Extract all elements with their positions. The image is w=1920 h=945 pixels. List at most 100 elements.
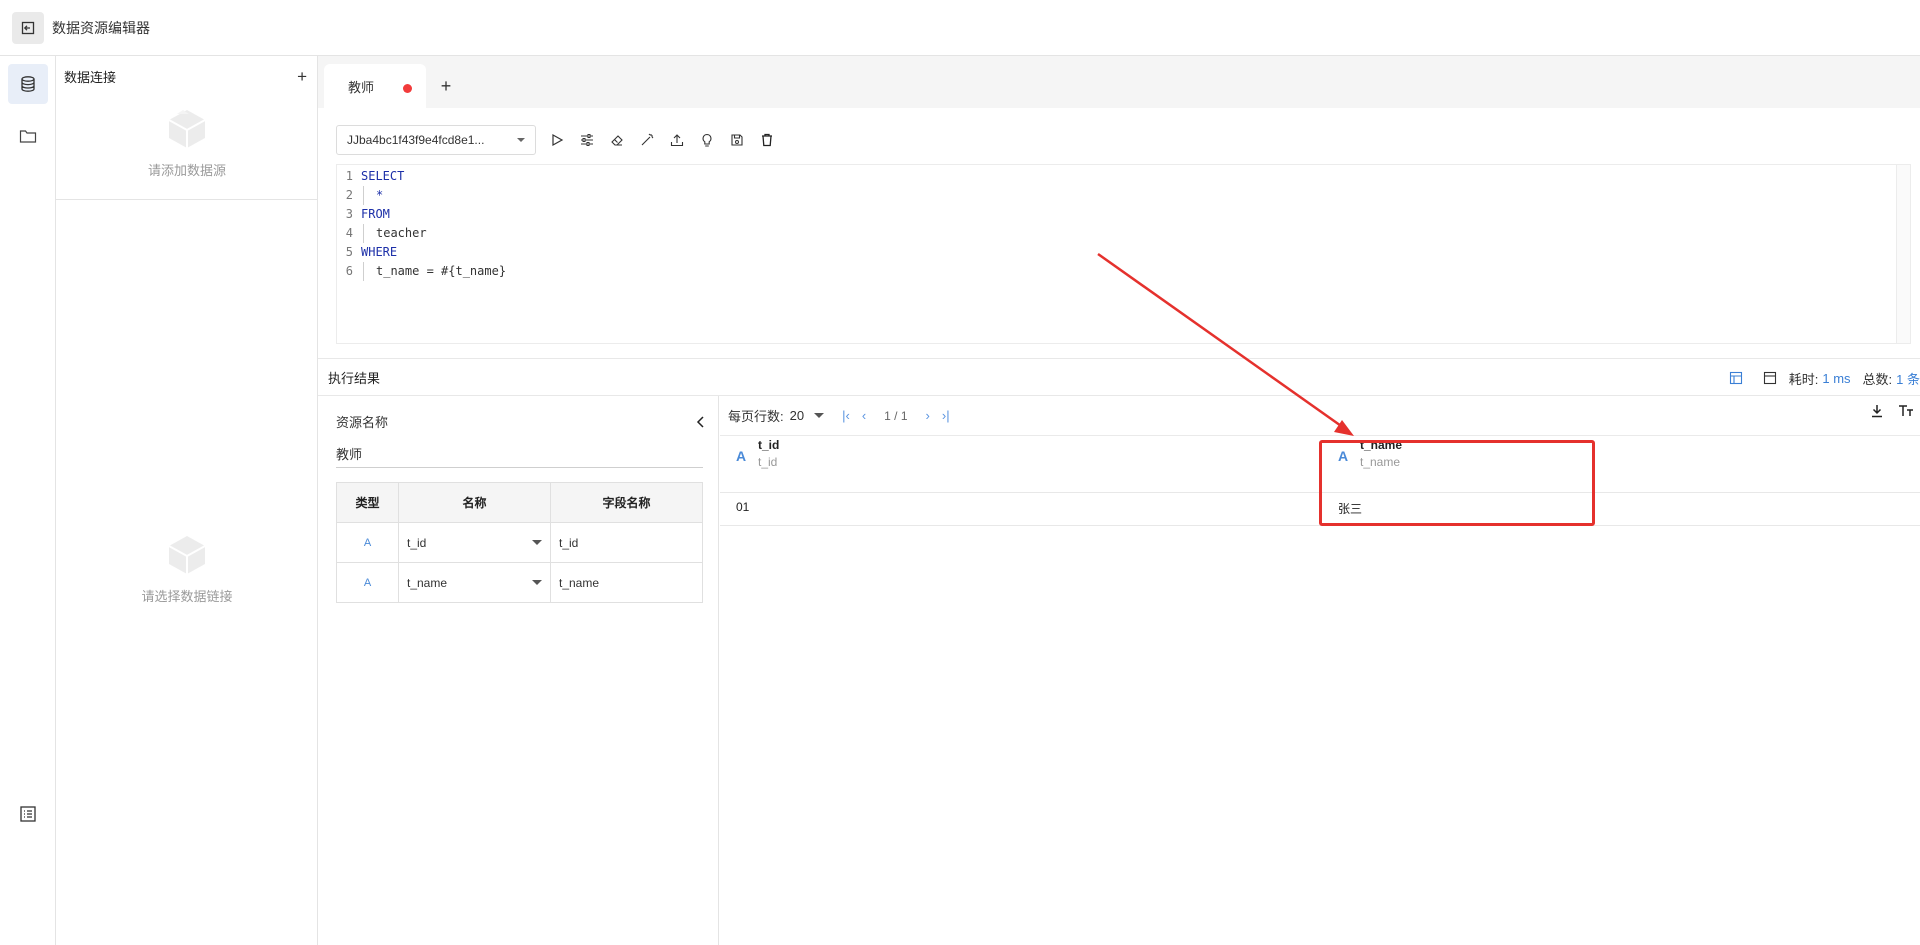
total-value: 1 条 [1896, 371, 1920, 387]
chevron-down-icon [517, 138, 525, 142]
first-page-button[interactable]: |‹ [842, 408, 850, 423]
chevron-down-icon [532, 540, 542, 545]
col-type: 类型 [336, 482, 399, 523]
page-info: 1 / 1 [884, 408, 908, 423]
sliders-icon [581, 134, 593, 146]
next-page-button[interactable]: › [926, 408, 930, 423]
layout-icon [1729, 371, 1742, 385]
field-cell[interactable]: t_name [550, 562, 703, 603]
layout-split-button[interactable] [1721, 363, 1751, 393]
field-cell[interactable]: t_id [550, 522, 703, 563]
hint-button[interactable] [692, 125, 722, 155]
magic-wand-icon [641, 133, 654, 146]
nav-database[interactable] [8, 64, 48, 104]
last-page-button[interactable]: ›| [942, 408, 950, 423]
chevron-left-icon[interactable] [696, 415, 706, 428]
download-icon[interactable] [1870, 404, 1884, 418]
editor-scrollbar[interactable] [1896, 165, 1910, 343]
datasource-value: JJba4bc1f43f9e4fcd8e1... [347, 133, 485, 147]
resource-header: 资源名称 [336, 412, 706, 431]
tab-bar: 教师 + [318, 56, 1920, 108]
line-number: 4 [345, 226, 353, 240]
code-text: t_name = #{t_name} [363, 262, 506, 281]
line-number: 3 [345, 207, 353, 221]
save-icon [731, 134, 743, 146]
sql-editor[interactable]: 1 SELECT 2 * 3 FROM 4 teacher 5 WHERE 6 t_name… [336, 164, 1911, 344]
add-tab-button[interactable]: + [426, 64, 466, 108]
upload-button[interactable] [662, 125, 692, 155]
text-type-icon: A [736, 448, 747, 464]
main-area: 教师 + JJba4bc1f43f9e4fcd8e1... 1 SELECT 2 *… [318, 56, 1920, 945]
code-text: FROM [361, 207, 390, 221]
text-size-icon[interactable] [1898, 404, 1914, 418]
table-row: A t_name t_name [336, 562, 703, 603]
run-button[interactable] [542, 125, 572, 155]
layout-full-button[interactable] [1755, 363, 1785, 393]
lightbulb-icon [702, 133, 712, 147]
type-cell: A [336, 562, 399, 603]
app-header: 数据资源编辑器 [0, 0, 1920, 56]
folder-icon [19, 130, 37, 143]
connection-header: 数据连接 + [56, 56, 317, 96]
trash-icon [762, 133, 772, 147]
clear-button[interactable] [602, 125, 632, 155]
back-button[interactable] [12, 11, 44, 44]
code-text: WHERE [361, 245, 398, 259]
time-label: 耗时: [1788, 371, 1819, 387]
code-line: 2 * [337, 186, 1910, 205]
add-connection-button[interactable]: + [297, 68, 307, 85]
format-button[interactable] [632, 125, 662, 155]
left-nav [0, 56, 56, 945]
chevron-down-icon [814, 413, 825, 418]
code-text: * [363, 186, 383, 205]
nav-folder[interactable] [8, 116, 48, 156]
save-button[interactable] [722, 125, 752, 155]
empty-box-icon [168, 536, 206, 574]
table-row: A t_id t_id [336, 522, 703, 563]
datasource-select[interactable]: JJba4bc1f43f9e4fcd8e1... [336, 125, 536, 155]
results-stats: 耗时: 1 ms 总数: 1 条 [1721, 359, 1920, 397]
line-number: 5 [345, 245, 353, 259]
fields-table: 类型 名称 字段名称 A t_id t_id A t_name t_name [336, 482, 703, 603]
column-name: t_id [758, 438, 780, 452]
name-value: t_name [407, 575, 448, 590]
line-number: 1 [345, 169, 353, 183]
highlight-box [1319, 440, 1595, 526]
line-number: 6 [345, 264, 353, 278]
unsaved-dot [403, 84, 412, 93]
nav-list[interactable] [8, 794, 48, 834]
column-field: t_id [758, 455, 778, 469]
params-button[interactable] [572, 125, 602, 155]
connection-panel: 数据连接 + 请添加数据源 请选择数据链接 [56, 56, 318, 945]
name-value: t_id [407, 535, 427, 550]
code-line: 6 t_name = #{t_name} [337, 262, 1910, 281]
resource-name-input[interactable]: 教师 [336, 444, 703, 468]
delete-button[interactable] [752, 125, 782, 155]
resource-name-value: 教师 [336, 447, 363, 462]
col-field: 字段名称 [550, 482, 703, 523]
name-select[interactable]: t_id [398, 522, 551, 563]
exit-icon [21, 21, 35, 34]
connection-title: 数据连接 [64, 69, 117, 85]
empty-datasource: 请添加数据源 [56, 106, 318, 179]
col-name: 名称 [398, 482, 551, 523]
upload-icon [670, 134, 684, 147]
eraser-icon [611, 135, 623, 146]
play-icon [552, 133, 564, 147]
name-select[interactable]: t_name [398, 562, 551, 603]
empty-select-text: 请选择数据链接 [141, 589, 233, 604]
grid-actions [1870, 404, 1914, 418]
cell-t-id: 01 [736, 500, 750, 514]
tab-teacher[interactable]: 教师 [324, 64, 426, 108]
prev-page-button[interactable]: ‹ [862, 408, 866, 423]
results-title: 执行结果 [328, 370, 381, 386]
database-icon [21, 76, 35, 92]
empty-add-text: 请添加数据源 [147, 163, 226, 178]
code-text: SELECT [361, 169, 405, 183]
page-title: 数据资源编辑器 [52, 19, 150, 36]
code-line: 1 SELECT [337, 167, 1910, 186]
column-header-t-id[interactable]: A t_id t_id [736, 438, 1296, 486]
type-cell: A [336, 522, 399, 563]
resource-label: 资源名称 [336, 415, 389, 430]
page-size-select[interactable]: 20 [790, 408, 825, 423]
